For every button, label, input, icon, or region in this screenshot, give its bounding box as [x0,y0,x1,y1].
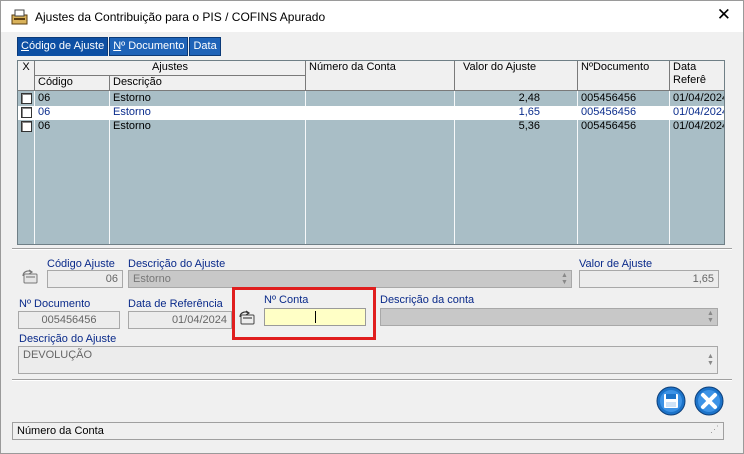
cell-documento: 005456456 [581,120,637,132]
app-window-icon [11,9,28,25]
cell-valor: 5,36 [518,120,540,132]
status-bar: Número da Conta ⋰ [12,422,724,440]
cell-conta [306,92,455,106]
divider [12,248,732,250]
cell-codigo: 06 [38,120,51,132]
cell-data: 01/04/2024 [673,106,725,118]
highlight-box [232,287,376,340]
cell-conta [306,106,455,120]
valor-ajuste-field[interactable]: 1,65 [579,270,719,288]
cell-codigo: 06 [38,92,51,104]
cell-documento: 005456456 [581,106,637,118]
table-row[interactable]: 06 Estorno 5,36 005456456 01/04/2024 [18,120,725,134]
header-ajustes: Ajustes [35,61,306,76]
valor-ajuste-label: Valor de Ajuste [579,258,653,270]
data-referencia-field[interactable]: 01/04/2024 [128,311,232,329]
data-referencia-label: Data de Referência [128,298,223,310]
descricao-conta-field[interactable]: ▲ ▼ [380,308,718,326]
cell-documento: 005456456 [581,92,637,104]
spin-arrows-icon: ▲ ▼ [707,353,714,367]
descricao-ajuste-field[interactable]: Estorno ▲ ▼ [128,270,572,288]
close-window-button[interactable]: ✕ [717,7,731,24]
window-title: Ajustes da Contribuição para o PIS / COF… [35,10,326,24]
descricao-ajuste-label: Descrição do Ajuste [128,258,226,270]
n-documento-label: Nº Documento [19,298,91,310]
codigo-ajuste-label: Código Ajuste [47,258,115,270]
n-documento-field[interactable]: 005456456 [18,311,120,329]
cell-data: 01/04/2024 [673,120,725,132]
spin-arrows-icon: ▲ ▼ [707,310,714,324]
tab-data[interactable]: Data [189,37,221,56]
row-checkbox[interactable] [21,107,32,118]
cell-valor: 1,65 [518,106,540,118]
status-text: Número da Conta [17,425,104,437]
header-descricao[interactable]: Descrição [110,76,306,91]
descricao-conta-label: Descrição da conta [380,294,475,306]
cell-codigo: 06 [38,106,51,118]
sort-tabs: Código de Ajuste Nº Documento Data [17,37,222,56]
row-checkbox[interactable] [21,121,32,132]
table-row[interactable]: 06 Estorno 2,48 005456456 01/04/2024 [18,92,725,106]
descricao-do-ajuste-label: Descrição do Ajuste [19,333,117,345]
tab-n-documento[interactable]: Nº Documento [109,37,189,56]
header-codigo[interactable]: Código [35,76,110,91]
cell-descricao: Estorno [113,106,151,118]
cell-data: 01/04/2024 [673,92,725,104]
divider [12,379,732,381]
header-data-referencia[interactable]: Data Referê [670,61,724,91]
lookup-icon[interactable] [20,268,40,286]
save-disk-icon[interactable] [656,386,686,416]
cell-valor: 2,48 [518,92,540,104]
header-numero-conta[interactable]: Número da Conta [306,61,455,91]
row-checkbox[interactable] [21,93,32,104]
tab-codigo-ajuste[interactable]: Código de Ajuste [17,37,109,56]
header-x: X [18,61,35,91]
cell-conta [306,120,455,134]
header-valor-ajuste[interactable]: Valor do Ajuste [455,61,578,91]
cell-descricao: Estorno [113,92,151,104]
title-bar: Ajustes da Contribuição para o PIS / COF… [0,0,744,32]
codigo-ajuste-field[interactable]: 06 [47,270,123,288]
adjustments-grid[interactable]: X Ajustes Código Descrição Número da Con… [17,60,725,245]
cell-descricao: Estorno [113,120,151,132]
close-x-icon[interactable] [694,386,724,416]
header-n-documento[interactable]: NºDocumento [578,61,670,91]
table-row[interactable]: 06 Estorno 1,65 005456456 01/04/2024 [18,106,725,120]
resize-grip-icon[interactable]: ⋰ [710,421,719,437]
descricao-do-ajuste-field[interactable]: DEVOLUÇÃO ▲ ▼ [18,346,718,374]
spin-arrows-icon: ▲ ▼ [561,272,568,286]
